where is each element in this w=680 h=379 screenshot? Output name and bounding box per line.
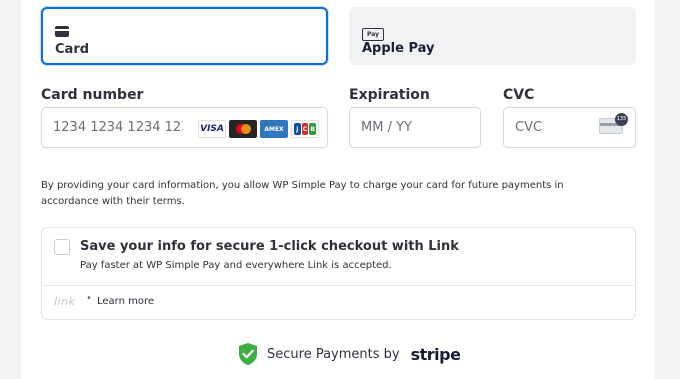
cvc-field[interactable]: 135 [503, 107, 636, 148]
link-logo: link [54, 295, 76, 308]
card-number-field[interactable]: VISA AMEX JCB [41, 107, 328, 148]
link-title: Save your info for secure 1-click checko… [80, 239, 459, 254]
save-info-checkbox[interactable] [54, 239, 70, 255]
link-subtitle: Pay faster at WP Simple Pay and everywhe… [80, 260, 392, 271]
credit-card-icon [55, 26, 69, 37]
tab-apple-pay-label: Apple Pay [362, 41, 435, 56]
tab-card[interactable]: Card [41, 7, 328, 65]
visa-icon: VISA [198, 120, 226, 138]
terms-text: By providing your card information, you … [41, 180, 564, 207]
link-save-box: Save your info for secure 1-click checko… [41, 227, 636, 320]
expiration-label: Expiration [349, 87, 430, 103]
cvc-badge: 135 [615, 113, 628, 126]
jcb-icon: JCB [291, 120, 319, 138]
mastercard-icon [229, 120, 257, 138]
divider [42, 285, 635, 286]
tab-apple-pay[interactable]: Pay Apple Pay [349, 7, 636, 65]
expiration-input[interactable] [361, 120, 461, 135]
cvc-input[interactable] [515, 120, 585, 135]
secure-text: Secure Payments by [267, 346, 400, 362]
secure-payments: Secure Payments by stripe [237, 342, 461, 366]
separator-dot: • [86, 293, 92, 304]
card-brands: VISA AMEX JCB [198, 120, 319, 138]
cvc-label: CVC [503, 87, 535, 103]
apple-pay-icon: Pay [362, 28, 384, 41]
tab-card-label: Card [55, 42, 90, 57]
expiration-field[interactable] [349, 107, 481, 148]
stripe-logo: stripe [410, 344, 461, 364]
amex-icon: AMEX [260, 120, 288, 138]
cvc-card-icon: 135 [599, 113, 628, 134]
card-number-input[interactable] [53, 120, 183, 135]
card-number-label: Card number [41, 87, 144, 103]
learn-more-link[interactable]: Learn more [97, 296, 154, 307]
shield-check-icon [239, 343, 257, 365]
